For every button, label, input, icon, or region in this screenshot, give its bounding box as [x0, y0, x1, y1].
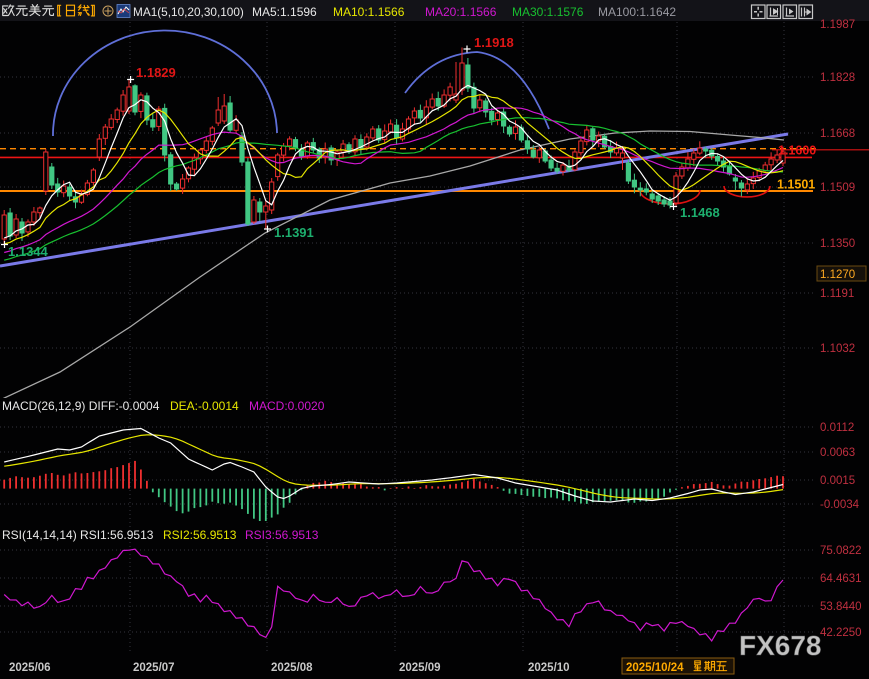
svg-text:1.1828: 1.1828	[820, 72, 855, 84]
svg-text:75.0822: 75.0822	[820, 545, 862, 557]
svg-text:1.1350: 1.1350	[820, 238, 855, 250]
svg-text:1.1987: 1.1987	[820, 19, 855, 31]
svg-text:1.1509: 1.1509	[820, 182, 855, 194]
svg-text:1.1270: 1.1270	[820, 269, 855, 281]
svg-text:1.1501: 1.1501	[777, 178, 815, 192]
svg-text:RSI2:56.9513: RSI2:56.9513	[163, 528, 237, 542]
svg-text:FX678: FX678	[739, 630, 822, 661]
svg-text:1.1191: 1.1191	[820, 288, 854, 300]
svg-text:MA1(5,10,20,30,100): MA1(5,10,20,30,100)	[133, 5, 244, 19]
svg-text:1.1600: 1.1600	[778, 144, 816, 158]
svg-text:0.0015: 0.0015	[820, 475, 855, 487]
svg-text:MA10:1.1566: MA10:1.1566	[333, 5, 405, 19]
svg-text:53.8440: 53.8440	[820, 601, 862, 613]
svg-text:2025/08: 2025/08	[271, 662, 313, 674]
svg-text:2025/09: 2025/09	[399, 662, 441, 674]
svg-text:1.1344: 1.1344	[8, 244, 49, 259]
svg-text:RSI(14,14,14) RSI1:56.9513: RSI(14,14,14) RSI1:56.9513	[2, 528, 154, 542]
svg-text:DEA:-0.0014: DEA:-0.0014	[170, 399, 239, 413]
svg-text:RSI3:56.9513: RSI3:56.9513	[245, 528, 319, 542]
svg-text:0.0063: 0.0063	[820, 447, 855, 459]
svg-text:1.1032: 1.1032	[820, 343, 855, 355]
svg-text:MA100:1.1642: MA100:1.1642	[598, 5, 676, 19]
svg-text:42.2250: 42.2250	[820, 627, 862, 639]
svg-text:2025/06: 2025/06	[9, 662, 51, 674]
svg-text:MA5:1.1596: MA5:1.1596	[252, 5, 317, 19]
svg-text:2025/07: 2025/07	[133, 662, 175, 674]
svg-text:0.0112: 0.0112	[820, 422, 854, 434]
svg-text:1.1668: 1.1668	[820, 128, 855, 140]
svg-text:1.1468: 1.1468	[680, 205, 720, 220]
svg-text:-0.0034: -0.0034	[820, 499, 860, 511]
svg-text:1.1918: 1.1918	[474, 35, 514, 50]
svg-text:2025/10: 2025/10	[528, 662, 570, 674]
svg-text:MACD:0.0020: MACD:0.0020	[249, 399, 325, 413]
svg-text:MACD(26,12,9) DIFF:-0.0004: MACD(26,12,9) DIFF:-0.0004	[2, 399, 160, 413]
svg-text:1.1391: 1.1391	[274, 225, 314, 240]
svg-text:MA20:1.1566: MA20:1.1566	[425, 5, 497, 19]
svg-text:MA30:1.1576: MA30:1.1576	[512, 5, 584, 19]
svg-text:2025/10/24: 2025/10/24	[626, 662, 684, 674]
svg-text:64.4631: 64.4631	[820, 573, 862, 585]
svg-text:1.1829: 1.1829	[136, 65, 176, 80]
